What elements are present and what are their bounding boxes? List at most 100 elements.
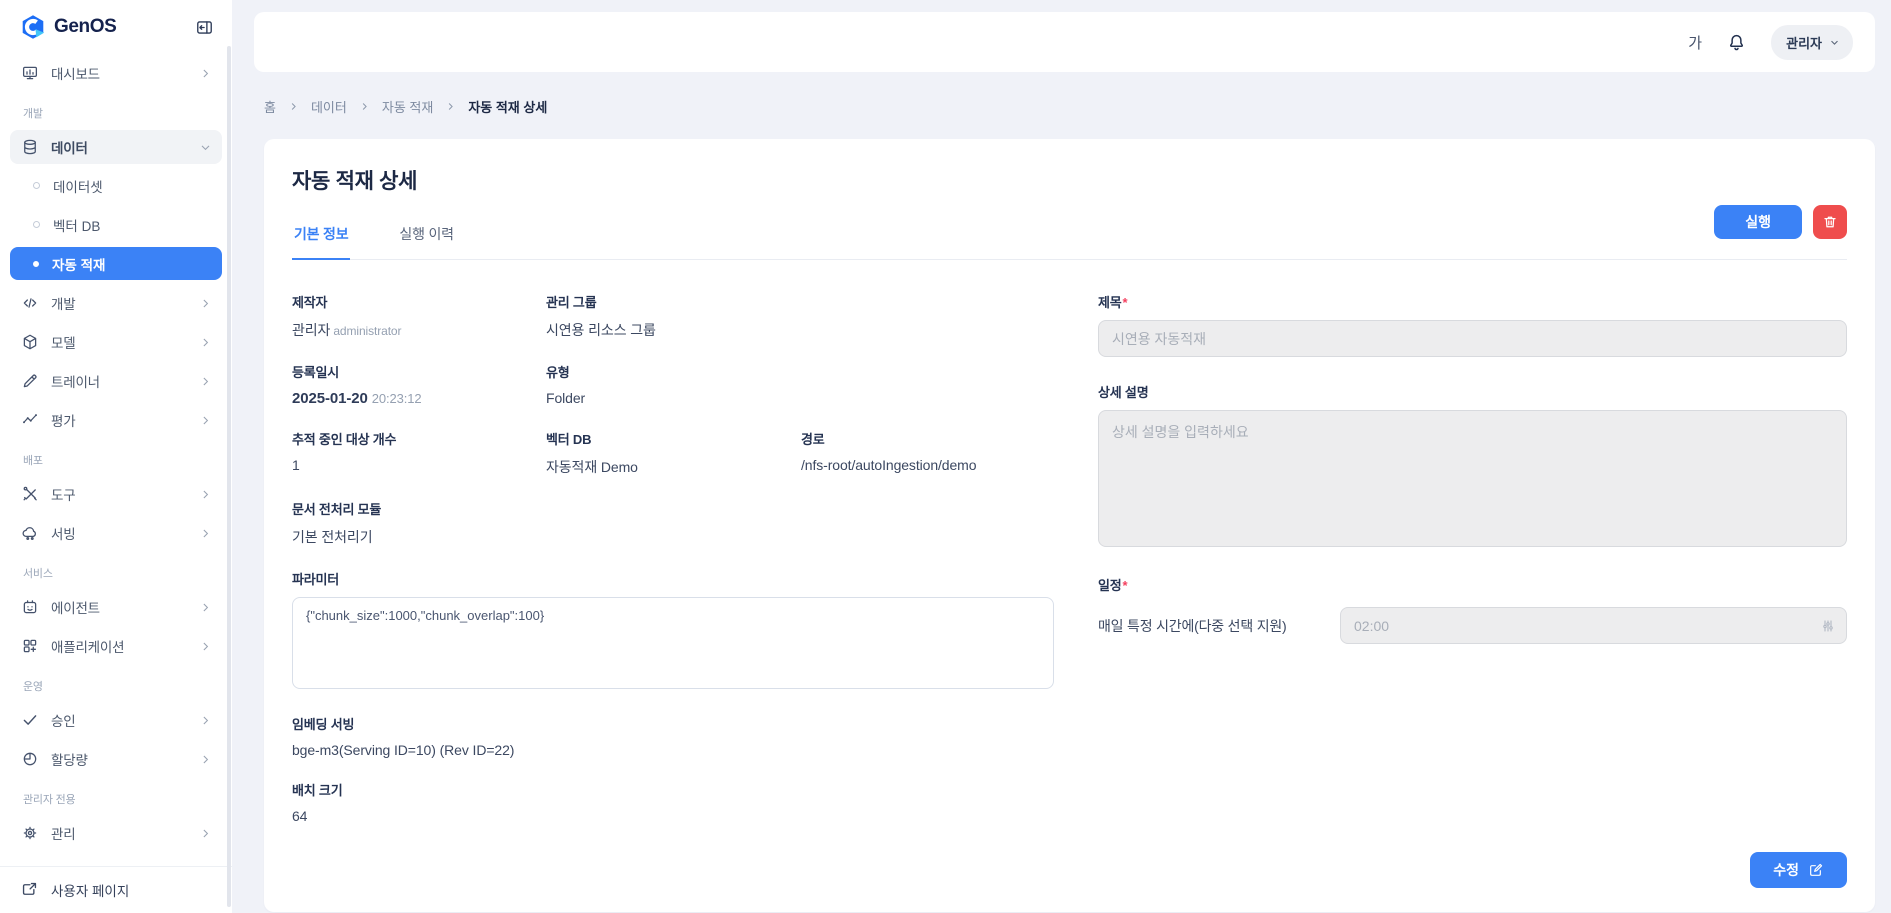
sidebar-item-agent[interactable]: 에이전트 [10, 590, 222, 624]
preprocess-module-value: 기본 전처리기 [292, 527, 1054, 547]
chevron-right-icon [199, 527, 212, 540]
sidebar-item-evaluation[interactable]: 평가 [10, 403, 222, 437]
sidebar-item-auto-ingest[interactable]: 자동 적재 [10, 247, 222, 280]
title-input[interactable] [1098, 320, 1847, 357]
sidebar-collapse-icon[interactable] [195, 18, 214, 37]
path-value: /nfs-root/autoIngestion/demo [801, 457, 1054, 473]
breadcrumb: 홈 데이터 자동 적재 자동 적재 상세 [264, 97, 1875, 116]
tab-run-history[interactable]: 실행 이력 [397, 211, 455, 259]
field-label: 경로 [801, 429, 1054, 448]
sidebar-item-serving[interactable]: 서빙 [10, 516, 222, 550]
sidebar-section-service: 서비스 [23, 565, 222, 581]
run-button[interactable]: 실행 [1714, 205, 1802, 239]
field-label: 유형 [546, 362, 1054, 381]
main-area: 가 관리자 홈 데이터 자동 적재 자동 적재 상세 자동 적재 상 [240, 0, 1891, 912]
sidebar-item-quota[interactable]: 할당량 [10, 742, 222, 776]
field-label: 파라미터 [292, 569, 1054, 588]
user-menu[interactable]: 관리자 [1771, 25, 1853, 60]
sidebar-item-admin[interactable]: 관리 [10, 816, 222, 850]
check-icon [20, 710, 40, 730]
tab-bar: 기본 정보 실행 이력 실행 [292, 211, 1847, 260]
vector-db-value: 자동적재 Demo [546, 457, 801, 477]
breadcrumb-home[interactable]: 홈 [264, 97, 276, 116]
trash-icon [1822, 214, 1838, 230]
form-group-description: 상세 설명 [1098, 382, 1847, 550]
detail-fields: 제작자 관리자administrator 관리 그룹 시연용 리소스 그룹 등록… [292, 292, 1054, 824]
font-size-button[interactable]: 가 [1688, 32, 1702, 53]
description-textarea[interactable] [1098, 410, 1847, 547]
type-value: Folder [546, 390, 1054, 406]
chevron-right-icon [199, 375, 212, 388]
user-menu-label: 관리자 [1786, 33, 1822, 52]
sidebar-section-dev: 개발 [23, 105, 222, 121]
field-label: 임베딩 서빙 [292, 714, 1054, 733]
sidebar-item-tools[interactable]: 도구 [10, 477, 222, 511]
brand-name: GenOS [54, 16, 116, 38]
form-group-schedule: 일정* 매일 특정 시간에(다중 선택 지원) [1098, 575, 1847, 644]
sidebar-item-user-page[interactable]: 사용자 페이지 [0, 866, 232, 913]
brand-logo[interactable]: GenOS [20, 14, 116, 40]
cloud-icon [20, 523, 40, 543]
sidebar-item-label: 자동 적재 [52, 254, 105, 274]
field-parameters: 파라미터 {"chunk_size":1000,"chunk_overlap":… [292, 569, 1054, 692]
field-label: 일정 [1098, 578, 1122, 593]
chevron-right-icon [445, 101, 456, 112]
sidebar-item-label: 도구 [51, 484, 199, 504]
sidebar-item-vector-db[interactable]: 벡터 DB [10, 208, 222, 241]
detail-card: 자동 적재 상세 기본 정보 실행 이력 실행 제작자 [264, 139, 1875, 912]
schedule-row: 매일 특정 시간에(다중 선택 지원) [1098, 607, 1847, 644]
registered-time: 20:23:12 [372, 391, 422, 406]
sidebar-item-label: 데이터셋 [53, 176, 103, 196]
tab-basic-info[interactable]: 기본 정보 [292, 211, 350, 260]
sidebar-scrollbar[interactable] [227, 46, 231, 907]
field-type: 유형 Folder [546, 362, 1054, 407]
sidebar-item-data[interactable]: 데이터 [10, 130, 222, 164]
schedule-time-field [1340, 607, 1847, 644]
delete-button[interactable] [1813, 205, 1847, 239]
creator-value: 관리자 [292, 322, 330, 338]
sidebar-item-label: 사용자 페이지 [51, 880, 129, 900]
sidebar-item-dataset[interactable]: 데이터셋 [10, 169, 222, 202]
sidebar-item-label: 개발 [51, 293, 199, 313]
sidebar-item-develop[interactable]: 개발 [10, 286, 222, 320]
card-actions: 실행 [1714, 205, 1847, 239]
sidebar-section-admin-only: 관리자 전용 [23, 791, 222, 807]
schedule-time-input[interactable] [1340, 607, 1847, 644]
trend-chart-icon [20, 410, 40, 430]
sidebar-item-model[interactable]: 모델 [10, 325, 222, 359]
notification-bell-icon[interactable] [1726, 32, 1747, 53]
field-vector-db: 벡터 DB 자동적재 Demo [546, 429, 801, 477]
field-label: 추적 중인 대상 개수 [292, 429, 546, 448]
field-registered-at: 등록일시 2025-01-2020:23:12 [292, 362, 546, 407]
sidebar-section-ops: 운영 [23, 678, 222, 694]
sidebar-item-dashboard[interactable]: 대시보드 [10, 56, 222, 90]
tools-icon [20, 484, 40, 504]
sidebar-item-application[interactable]: 애플리케이션 [10, 629, 222, 663]
breadcrumb-data[interactable]: 데이터 [311, 97, 347, 116]
sidebar-item-label: 벡터 DB [53, 215, 100, 235]
parameters-textarea[interactable]: {"chunk_size":1000,"chunk_overlap":100} [292, 597, 1054, 689]
creator-account: administrator [333, 324, 401, 338]
sidebar-item-label: 서빙 [51, 523, 199, 543]
sidebar-header: GenOS [0, 0, 232, 48]
field-path: 경로 /nfs-root/autoIngestion/demo [801, 429, 1054, 477]
field-tracked-count: 추적 중인 대상 개수 1 [292, 429, 546, 477]
field-preprocess-module: 문서 전처리 모듈 기본 전처리기 [292, 499, 1054, 547]
embedding-serving-value: bge-m3(Serving ID=10) (Rev ID=22) [292, 742, 1054, 758]
robot-face-icon [20, 597, 40, 617]
field-label: 등록일시 [292, 362, 546, 381]
sidebar-section-deploy: 배포 [23, 452, 222, 468]
chevron-right-icon [199, 414, 212, 427]
breadcrumb-auto-ingest[interactable]: 자동 적재 [382, 97, 433, 116]
sidebar-item-approval[interactable]: 승인 [10, 703, 222, 737]
sidebar-item-label: 데이터 [51, 137, 199, 157]
field-group: 관리 그룹 시연용 리소스 그룹 [546, 292, 1054, 340]
required-mark: * [1123, 295, 1128, 310]
sidebar-item-trainer[interactable]: 트레이너 [10, 364, 222, 398]
tracked-count-value: 1 [292, 457, 546, 473]
chevron-right-icon [199, 488, 212, 501]
edit-button[interactable]: 수정 [1750, 852, 1847, 888]
sliders-icon[interactable] [1820, 618, 1836, 634]
sidebar-item-label: 평가 [51, 410, 199, 430]
field-embedding-serving: 임베딩 서빙 bge-m3(Serving ID=10) (Rev ID=22) [292, 714, 1054, 758]
